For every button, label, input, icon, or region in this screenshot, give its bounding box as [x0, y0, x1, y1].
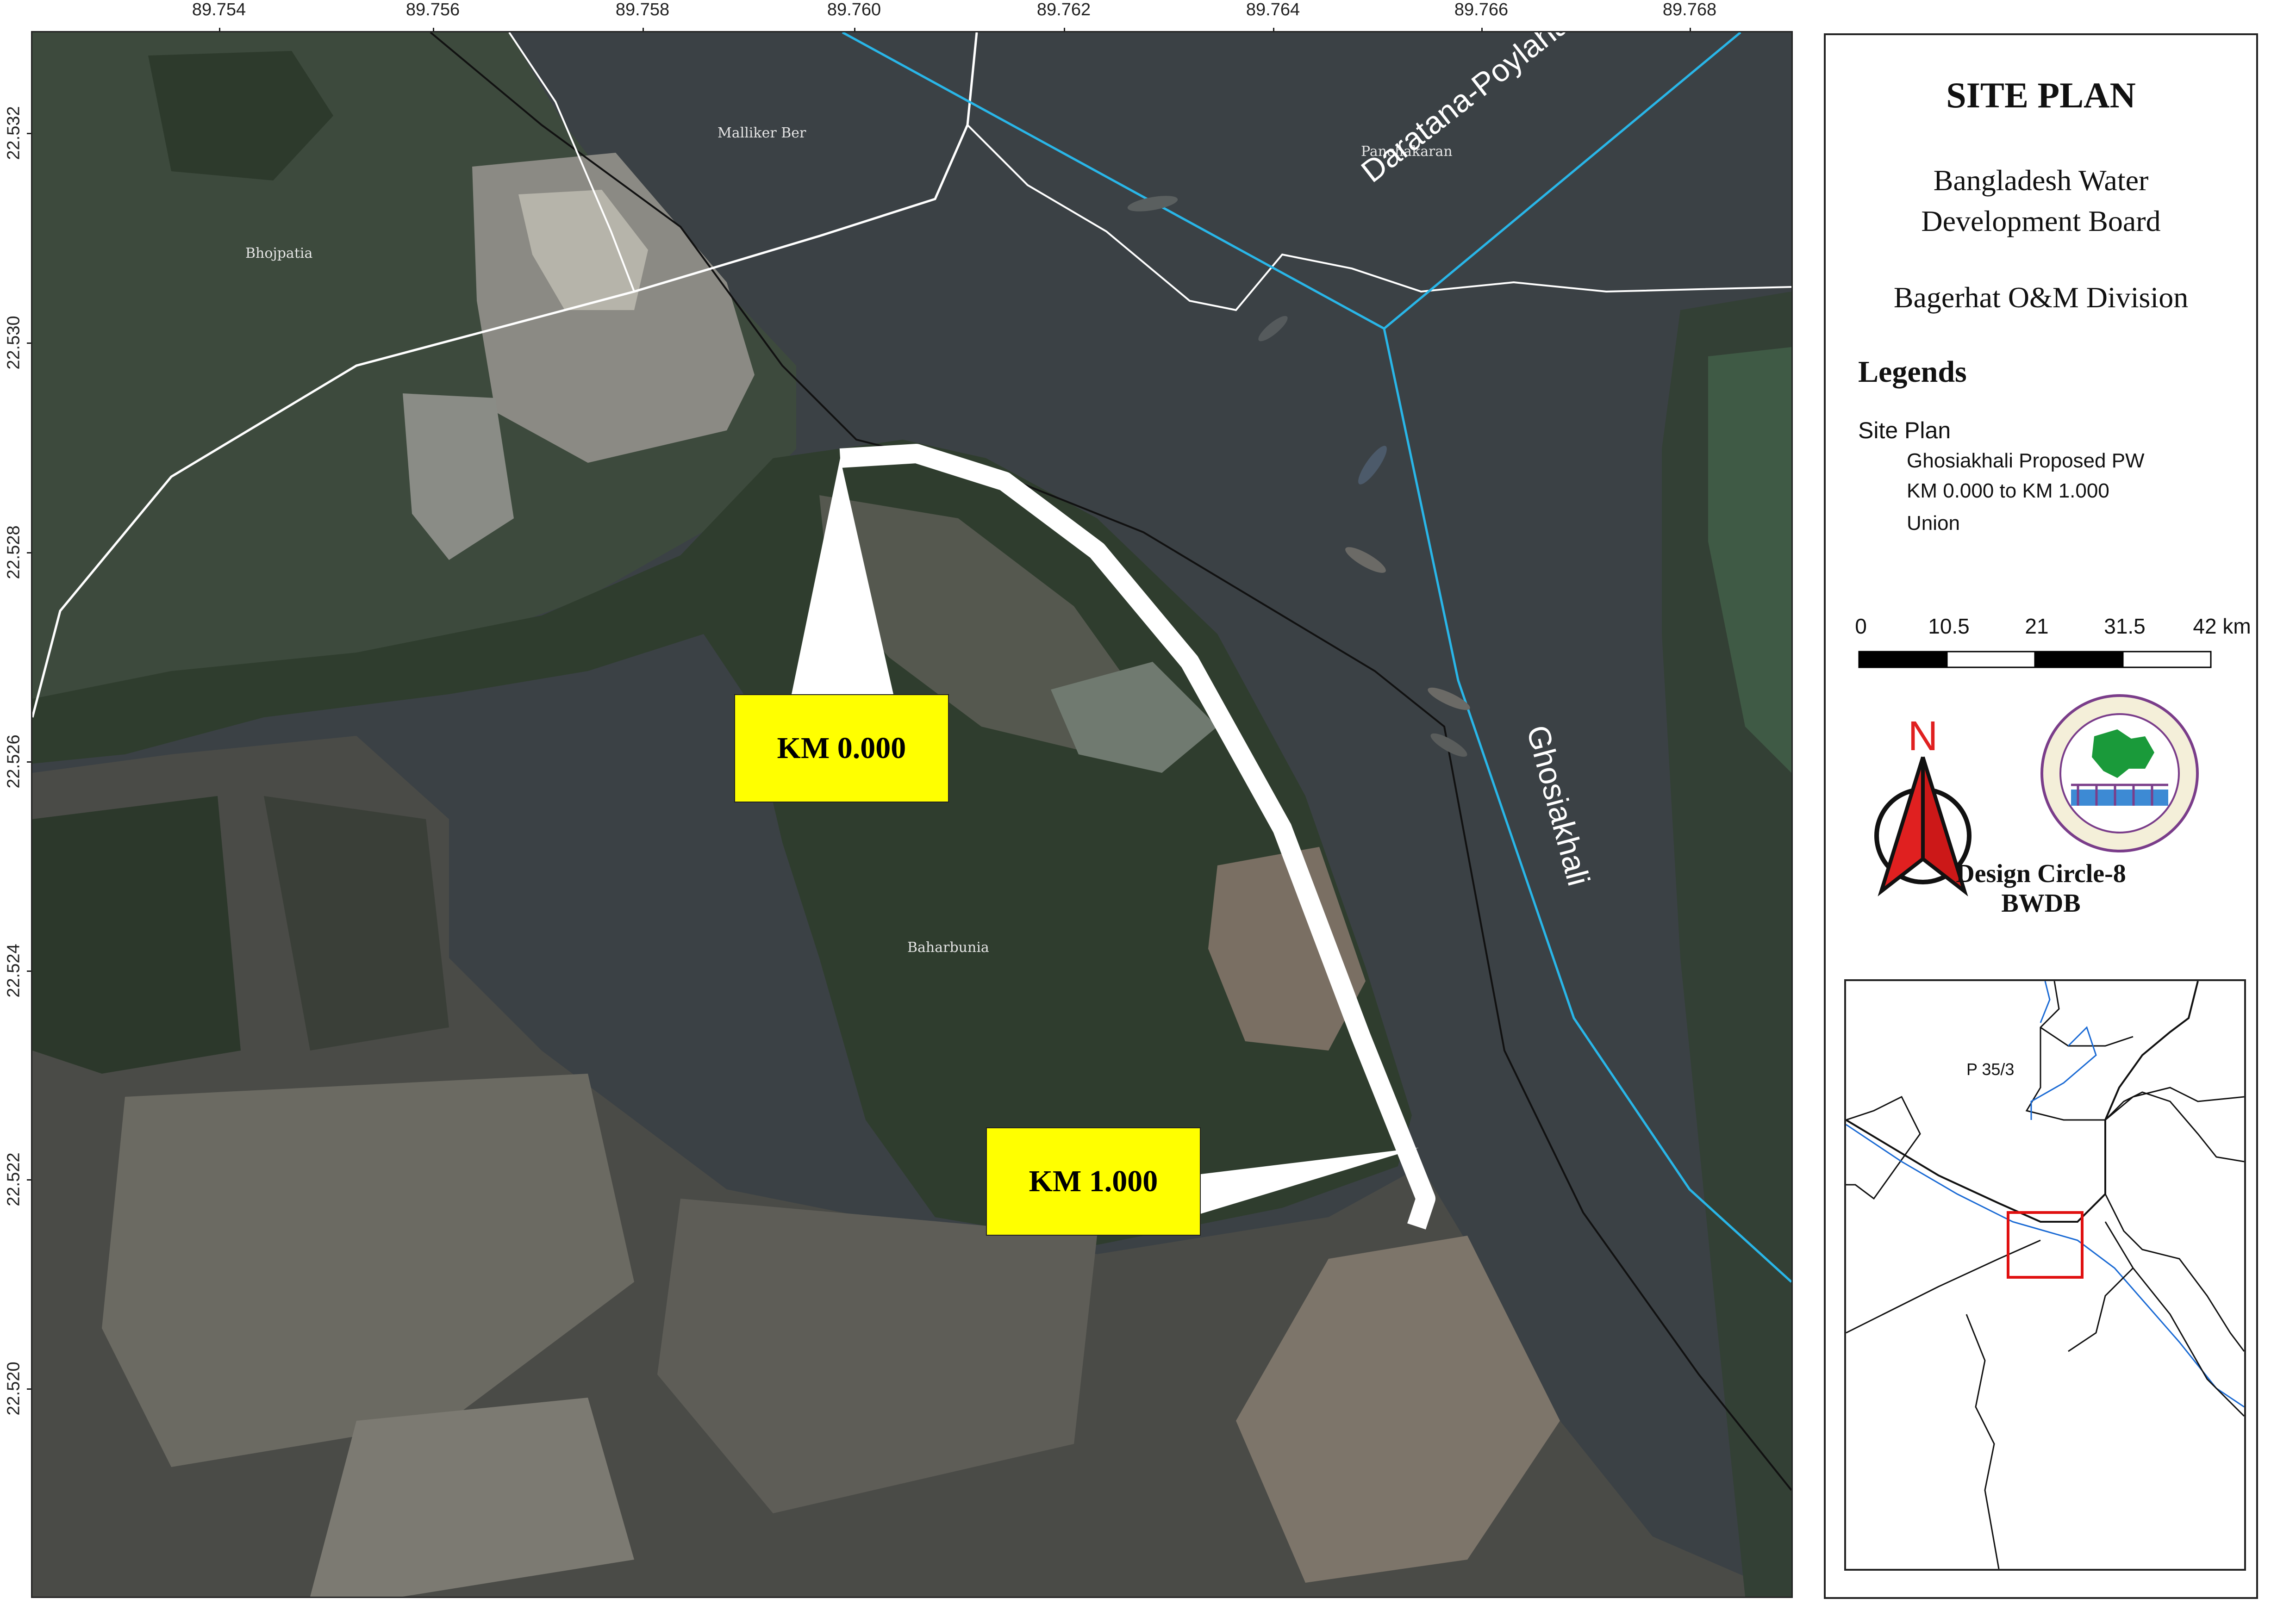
map-canvas — [32, 32, 1791, 1597]
bwdb-logo-icon — [2040, 694, 2199, 852]
km-start-label: KM 0.000 — [734, 694, 949, 802]
coord-top-2: 89.756 — [406, 0, 460, 19]
coord-top-8: 89.768 — [1662, 0, 1717, 19]
coord-left-4: 22.526 — [4, 734, 24, 789]
coord-left-6: 22.522 — [4, 1152, 24, 1206]
design-line-2: BWDB — [2001, 889, 2081, 918]
division-name: Bagerhat O&M Division — [1893, 281, 2189, 314]
design-circle: Design Circle-8 BWDB — [1826, 859, 2256, 918]
org-line-2: Development Board — [1921, 205, 2161, 237]
legend-pw-line-1: Ghosiakhali Proposed PW — [1907, 449, 2145, 472]
satellite-map[interactable]: Malliker Ber Panchakaran Bhojpatia Bahar… — [31, 31, 1793, 1598]
scale-label-4: 42 km — [2193, 614, 2251, 638]
inset-label: P 35/3 — [1966, 1060, 2015, 1079]
coord-top-4: 89.760 — [827, 0, 881, 19]
design-line-1: Design Circle-8 — [1956, 859, 2126, 888]
coord-top-7: 89.766 — [1454, 0, 1509, 19]
scale-bar — [1858, 651, 2212, 668]
legend-pw-line-2: KM 0.000 to KM 1.000 — [1907, 479, 2109, 502]
legend-union: Union — [1907, 512, 1960, 535]
coord-left-7: 22.520 — [4, 1361, 24, 1416]
organization-name: Bangladesh Water Development Board — [1826, 160, 2256, 242]
legend-site-plan: Site Plan — [1858, 417, 1951, 443]
place-malliker-ber: Malliker Ber — [718, 125, 806, 141]
inset-map-canvas — [1846, 981, 2244, 1569]
coord-left-2: 22.530 — [4, 315, 24, 370]
org-line-1: Bangladesh Water — [1933, 164, 2149, 197]
coord-top-5: 89.762 — [1036, 0, 1091, 19]
place-baharbunia: Baharbunia — [907, 939, 989, 956]
scale-label-3: 31.5 — [2104, 614, 2146, 638]
km-end-label: KM 1.000 — [986, 1127, 1201, 1236]
coord-left-5: 22.524 — [4, 943, 24, 998]
scale-label-0: 0 — [1855, 614, 1867, 638]
scale-label-2: 21 — [2025, 614, 2049, 638]
scale-label-1: 10.5 — [1928, 614, 1970, 638]
inset-map[interactable]: P 35/3 — [1844, 979, 2246, 1571]
north-label: N — [1908, 713, 1938, 759]
legend-panel: SITE PLAN Bangladesh Water Development B… — [1824, 33, 2258, 1599]
coord-top-1: 89.754 — [192, 0, 246, 19]
site-plan-title: SITE PLAN — [1946, 75, 2136, 115]
coord-left-1: 22.532 — [4, 106, 24, 160]
coord-left-3: 22.528 — [4, 525, 24, 579]
coord-top-6: 89.764 — [1246, 0, 1300, 19]
place-bhojpatia: Bhojpatia — [245, 245, 313, 261]
coord-top-3: 89.758 — [615, 0, 670, 19]
legends-heading: Legends — [1858, 355, 1967, 389]
